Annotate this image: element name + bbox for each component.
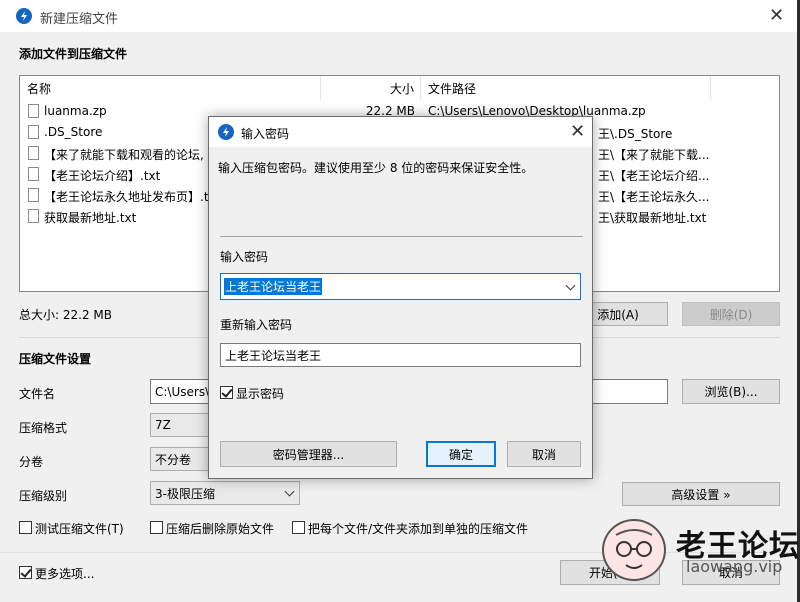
divider (220, 236, 583, 237)
dialog-title-bar: 输入密码 ✕ (209, 117, 592, 147)
app-icon (16, 8, 32, 24)
ok-button[interactable]: 确定 (426, 441, 496, 467)
reenter-password-input[interactable]: 上老王论坛当老王 (220, 343, 581, 367)
password-manager-button[interactable]: 密码管理器... (220, 441, 397, 467)
browse-button[interactable]: 浏览(B)... (682, 379, 780, 404)
section-add-title: 添加文件到压缩文件 (19, 47, 128, 61)
file-icon (28, 104, 39, 118)
header-name[interactable]: 名称 (20, 76, 321, 100)
chevron-down-icon (565, 280, 576, 291)
test-archive-checkbox[interactable] (19, 521, 32, 534)
more-options-label[interactable]: 更多选项... (35, 565, 94, 582)
format-label: 压缩格式 (19, 421, 68, 435)
file-icon (28, 209, 39, 223)
chevron-down-icon (284, 486, 295, 497)
close-icon[interactable]: ✕ (769, 7, 784, 25)
window-title-bar: 新建压缩文件 ✕ (0, 0, 800, 32)
level-label: 压缩级别 (19, 489, 68, 503)
close-icon[interactable]: ✕ (570, 123, 585, 141)
show-password-label[interactable]: 显示密码 (236, 385, 284, 402)
app-icon (218, 124, 234, 140)
separate-archive-label[interactable]: 把每个文件/文件夹添加到单独的压缩文件 (308, 520, 528, 537)
watermark-url: laowang.vip (686, 557, 783, 576)
advanced-settings-button[interactable]: 高级设置 » (622, 482, 780, 506)
logo-icon (602, 519, 666, 581)
filename-label: 文件名 (19, 387, 56, 401)
more-options-checkbox[interactable] (19, 566, 32, 579)
password-dialog: 输入密码 ✕ 输入压缩包密码。建议使用至少 8 位的密码来保证安全性。 输入密码… (208, 116, 593, 479)
file-icon (28, 167, 39, 181)
reenter-password-label: 重新输入密码 (220, 318, 293, 332)
settings-title: 压缩文件设置 (19, 352, 92, 366)
password-label: 输入密码 (220, 250, 269, 264)
show-password-checkbox[interactable] (220, 386, 233, 399)
dialog-title: 输入密码 (241, 127, 290, 141)
separate-archive-checkbox[interactable] (292, 521, 305, 534)
volume-label: 分卷 (19, 455, 44, 469)
window-title: 新建压缩文件 (40, 12, 119, 27)
file-icon (28, 188, 39, 202)
header-path[interactable]: 文件路径 (421, 76, 711, 100)
file-icon (28, 125, 39, 139)
total-size: 总大小: 22.2 MB (19, 308, 112, 322)
dialog-cancel-button[interactable]: 取消 (507, 441, 581, 467)
watermark: 老王论坛 laowang.vip (602, 515, 799, 585)
file-icon (28, 146, 39, 160)
dialog-description: 输入压缩包密码。建议使用至少 8 位的密码来保证安全性。 (218, 161, 534, 175)
delete-original-label[interactable]: 压缩后删除原始文件 (166, 520, 274, 537)
password-input[interactable]: 上老王论坛当老王 (220, 273, 581, 300)
test-archive-label[interactable]: 测试压缩文件(T) (35, 520, 124, 537)
level-select[interactable]: 3-极限压缩 (150, 481, 300, 505)
delete-button[interactable]: 删除(D) (682, 302, 780, 326)
delete-original-checkbox[interactable] (150, 521, 163, 534)
header-size[interactable]: 大小 (321, 76, 421, 100)
